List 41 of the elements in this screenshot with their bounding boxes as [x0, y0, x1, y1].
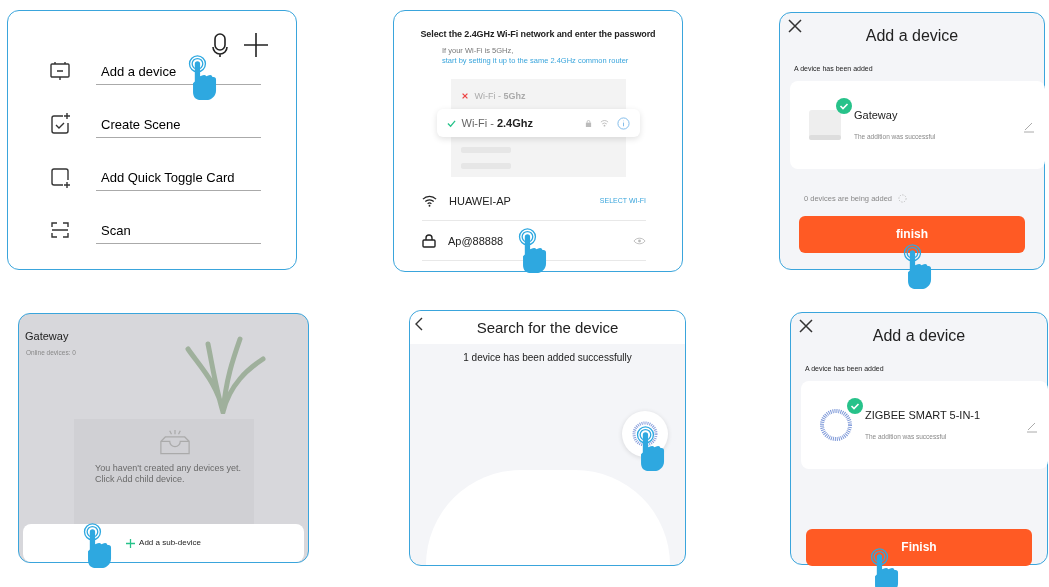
cross-icon	[460, 92, 469, 101]
network-name: Wi-Fi - 2.4Ghz	[461, 116, 533, 131]
device-icon	[48, 59, 72, 83]
menu-item[interactable]: Add Quick Toggle Card	[96, 167, 261, 191]
spinner-icon	[898, 193, 907, 203]
sensor-drawing	[819, 407, 853, 442]
device-name: Gateway	[854, 108, 899, 124]
network-ssid: HUAWEI-AP	[449, 193, 511, 209]
info-icon	[616, 116, 630, 130]
menu-item[interactable]: Create Scene	[96, 114, 261, 138]
password-field[interactable]: Ap@88888	[448, 232, 504, 249]
empty-message: You haven't created any devices yet. Click Add child device.	[95, 463, 242, 486]
add-icon	[244, 33, 268, 57]
gateway-drawing	[808, 107, 842, 142]
device-name: ZIGBEE SMART 5-IN-1	[865, 408, 981, 424]
eye-icon	[633, 236, 646, 245]
close-icon	[799, 319, 813, 333]
menu-item[interactable]: Scan	[96, 220, 261, 244]
add-icon	[126, 538, 136, 548]
sensor-drawing	[630, 419, 660, 449]
scene-add-icon	[48, 112, 72, 136]
microphone-icon	[212, 33, 228, 57]
lock-icon	[422, 233, 436, 248]
check-badge-icon	[836, 97, 852, 114]
network-name: Wi-Fi - 5Ghz	[474, 89, 526, 103]
check-badge-icon	[847, 397, 863, 414]
edit-icon	[1023, 120, 1035, 133]
instruction-title: Select the 2.4GHz Wi-Fi network and enter the password	[419, 28, 657, 41]
add-sub-device-button[interactable]: Add a sub-device	[23, 524, 304, 562]
close-icon	[788, 19, 802, 33]
wifi-icon	[422, 194, 437, 207]
screen-title: Add a device	[871, 326, 967, 346]
card-add-icon	[48, 165, 72, 189]
check-icon	[446, 118, 456, 128]
lock-icon	[584, 119, 592, 127]
success-message: 1 device has been added successfully	[462, 350, 633, 365]
wifi-icon	[599, 119, 609, 128]
edit-icon	[1026, 420, 1038, 433]
gateway-title: Gateway	[25, 329, 70, 344]
screen-title: Search for the device	[410, 311, 685, 344]
screen-title: Add a device	[864, 26, 960, 46]
